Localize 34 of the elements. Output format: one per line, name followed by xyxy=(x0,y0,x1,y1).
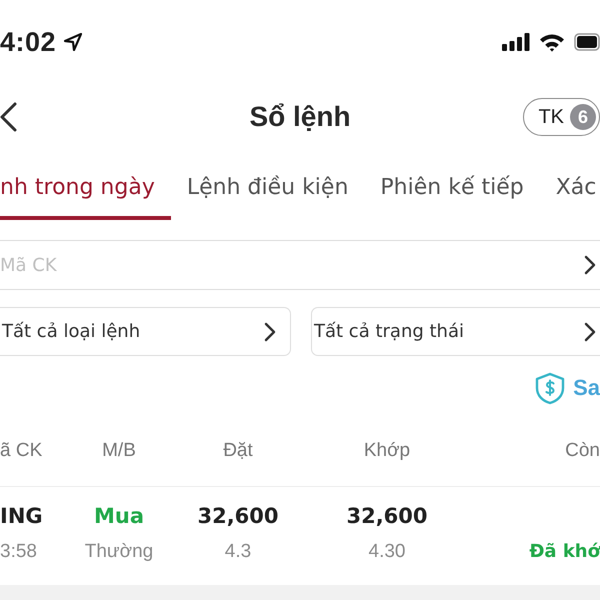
table-cell-text: Thường xyxy=(84,540,154,564)
account-button[interactable]: TK 6 xyxy=(523,98,600,136)
account-count-badge: 6 xyxy=(570,104,596,130)
table-cell-text: 4.3 xyxy=(224,540,252,564)
table-cell-text: Đã khớ xyxy=(528,540,600,564)
column-header: Khớp xyxy=(362,439,412,463)
signal-icon xyxy=(502,33,530,51)
tab[interactable]: nh trong ngày xyxy=(0,170,171,220)
table-cell-text: Mua xyxy=(92,503,146,530)
tab[interactable]: Phiên kế tiếp xyxy=(380,170,540,220)
back-icon[interactable] xyxy=(0,102,17,132)
table-cell-text: ING xyxy=(0,503,44,530)
battery-icon xyxy=(574,33,600,51)
search-field[interactable]: Mã CK xyxy=(0,250,574,280)
tab[interactable]: Lệnh điều kiện xyxy=(186,170,364,220)
chevron-right-icon xyxy=(584,255,596,275)
filter-dropdown[interactable]: Tất cả trạng thái xyxy=(311,307,600,356)
status-time: 4:02 xyxy=(0,26,56,58)
table-cell-text: 3:58 xyxy=(0,540,38,564)
column-header: Đặt xyxy=(222,439,254,463)
shield-dollar-icon xyxy=(535,372,566,404)
location-arrow-icon xyxy=(64,33,82,51)
column-header: Còn xyxy=(564,439,600,463)
chevron-right-icon xyxy=(584,322,596,342)
table-cell-text: 4.30 xyxy=(368,540,406,564)
filter-dropdown[interactable]: Tất cả loại lệnh xyxy=(0,307,291,356)
chevron-right-icon xyxy=(264,322,276,342)
column-header: M/B xyxy=(101,439,137,463)
wifi-icon xyxy=(539,32,565,52)
page-title: Sổ lệnh xyxy=(249,101,351,132)
tab[interactable]: Xác xyxy=(556,170,596,220)
table-cell-text: 32,600 xyxy=(345,503,429,530)
table-cell-text: 32,600 xyxy=(196,503,280,530)
column-header: ã CK xyxy=(0,439,44,463)
